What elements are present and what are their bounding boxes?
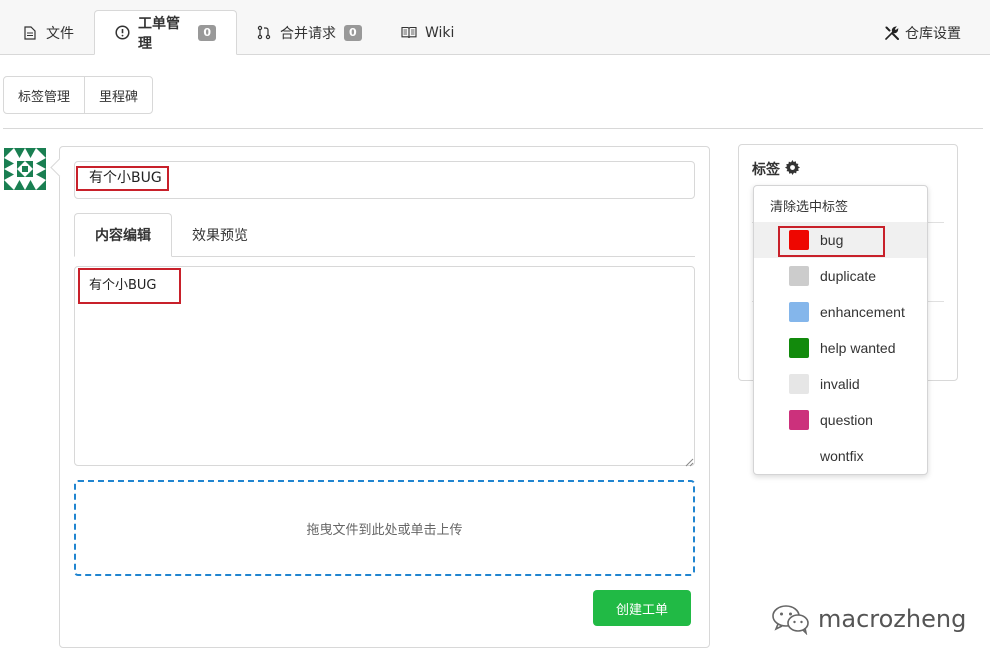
label-item-question[interactable]: question — [754, 402, 927, 438]
clear-labels-item[interactable]: 清除选中标签 — [770, 196, 848, 215]
resize-handle-icon[interactable] — [684, 455, 694, 465]
tab-repo-settings[interactable]: 仓库设置 — [884, 10, 961, 55]
label-item-enhancement[interactable]: enhancement — [754, 294, 927, 330]
labels-section-title[interactable]: 标签 — [752, 159, 800, 179]
tab-wiki-label: Wiki — [425, 25, 454, 41]
tab-pull-requests[interactable]: 合并请求 0 — [256, 10, 362, 55]
label-color-swatch — [789, 374, 809, 394]
label-color-swatch — [789, 302, 809, 322]
tab-edit-content[interactable]: 内容编辑 — [74, 213, 172, 257]
tools-icon — [884, 25, 900, 41]
label-color-swatch — [789, 410, 809, 430]
label-name: help wanted — [820, 340, 896, 356]
label-color-swatch — [789, 446, 809, 466]
milestones-button[interactable]: 里程碑 — [84, 77, 152, 113]
label-milestone-menu: 标签管理 里程碑 — [3, 76, 153, 114]
issue-content-value[interactable]: 有个小BUG — [78, 268, 181, 304]
pull-requests-count-badge: 0 — [344, 25, 362, 41]
issue-title-value[interactable]: 有个小BUG — [76, 166, 169, 191]
labels-title-text: 标签 — [752, 159, 780, 179]
label-color-swatch — [789, 338, 809, 358]
label-color-swatch — [789, 266, 809, 286]
divider — [3, 128, 983, 129]
issue-icon — [115, 25, 130, 41]
tab-issues[interactable]: 工单管理 0 — [94, 10, 237, 55]
tab-pull-requests-label: 合并请求 — [280, 23, 336, 43]
label-item-invalid[interactable]: invalid — [754, 366, 927, 402]
tab-issues-label: 工单管理 — [138, 13, 190, 53]
selected-label-highlight — [778, 226, 885, 257]
label-name: question — [820, 412, 873, 428]
tab-files[interactable]: 文件 — [22, 10, 74, 55]
tab-files-label: 文件 — [46, 23, 74, 43]
file-upload-dropzone[interactable]: 拖曳文件到此处或单击上传 — [74, 480, 695, 576]
tab-preview[interactable]: 效果预览 — [192, 213, 248, 257]
create-issue-button[interactable]: 创建工单 — [593, 590, 691, 626]
label-name: invalid — [820, 376, 860, 392]
pull-request-icon — [256, 25, 272, 41]
watermark-text: macrozheng — [818, 605, 966, 633]
repo-tab-bar: 文件 工单管理 0 合并请求 0 Wiki 仓库设置 — [0, 0, 990, 55]
labels-dropdown-menu: 清除选中标签 bug duplicate enhancement help wa… — [753, 185, 928, 475]
label-name: wontfix — [820, 448, 864, 464]
dropzone-text: 拖曳文件到此处或单击上传 — [306, 519, 462, 538]
label-name: duplicate — [820, 268, 876, 284]
wechat-icon — [770, 603, 812, 635]
tab-repo-settings-label: 仓库设置 — [905, 23, 961, 43]
editor-tabs: 内容编辑 效果预览 — [74, 213, 695, 257]
watermark: macrozheng — [770, 603, 966, 635]
label-item-help-wanted[interactable]: help wanted — [754, 330, 927, 366]
label-item-duplicate[interactable]: duplicate — [754, 258, 927, 294]
file-icon — [22, 25, 38, 41]
book-icon — [401, 25, 417, 41]
avatar — [4, 148, 46, 190]
labels-manage-button[interactable]: 标签管理 — [4, 77, 84, 113]
label-name: enhancement — [820, 304, 905, 320]
issues-count-badge: 0 — [198, 25, 216, 41]
tab-wiki[interactable]: Wiki — [401, 10, 454, 55]
label-item-wontfix[interactable]: wontfix — [754, 438, 927, 474]
gear-icon[interactable] — [785, 160, 800, 179]
